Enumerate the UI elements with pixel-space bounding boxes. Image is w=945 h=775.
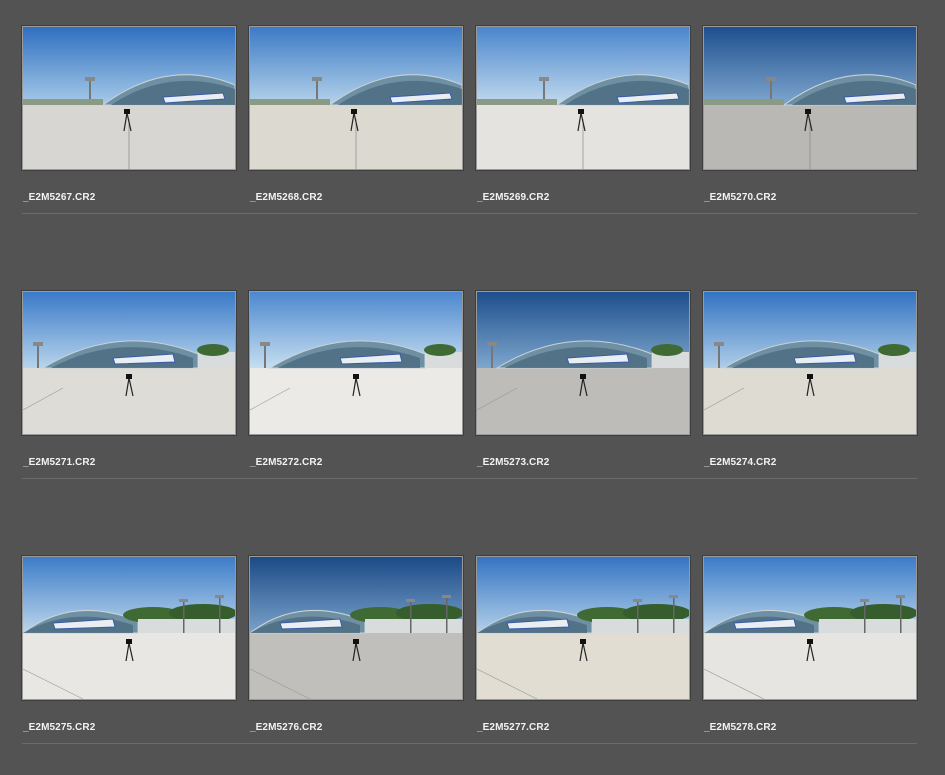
row-divider xyxy=(22,743,249,744)
light-pole xyxy=(637,601,639,633)
row-divider xyxy=(249,478,476,479)
thumbnail-filename: _E2M5269.CR2 xyxy=(477,192,550,203)
scene-photo xyxy=(704,557,916,699)
light-pole xyxy=(864,601,866,633)
scene-photo xyxy=(250,292,462,434)
row-divider xyxy=(476,213,703,214)
thumbnail-filename: _E2M5268.CR2 xyxy=(250,192,323,203)
tower xyxy=(491,344,493,368)
thumbnail-filename: _E2M5276.CR2 xyxy=(250,722,323,733)
row-divider xyxy=(703,743,917,744)
scene-photo xyxy=(477,27,689,169)
row-divider xyxy=(703,478,917,479)
thumbnail-filename: _E2M5271.CR2 xyxy=(23,457,96,468)
tower xyxy=(264,344,266,368)
thumbnail-filename: _E2M5277.CR2 xyxy=(477,722,550,733)
thumbnail-grid: _E2M5267.CR2 _E2M5268.CR2 _E2M5269.CR2 _E2M… xyxy=(0,0,945,775)
thumbnail-filename: _E2M5267.CR2 xyxy=(23,192,96,203)
light-pole xyxy=(900,597,902,633)
thumbnail-filename: _E2M5274.CR2 xyxy=(704,457,777,468)
row-divider xyxy=(703,213,917,214)
row-divider xyxy=(476,743,703,744)
light-pole xyxy=(183,601,185,633)
scene-photo xyxy=(704,292,916,434)
tower xyxy=(718,344,720,368)
thumbnail-image[interactable] xyxy=(21,290,237,436)
row-divider xyxy=(249,743,476,744)
thumbnail-filename: _E2M5270.CR2 xyxy=(704,192,777,203)
light-pole xyxy=(446,597,448,633)
thumbnail-image[interactable] xyxy=(702,290,918,436)
thumbnail-image[interactable] xyxy=(248,555,464,701)
scene-photo xyxy=(250,27,462,169)
light-pole xyxy=(673,597,675,633)
thumbnail-filename: _E2M5275.CR2 xyxy=(23,722,96,733)
thumbnail-image[interactable] xyxy=(248,25,464,171)
light-pole xyxy=(410,601,412,633)
thumbnail-image[interactable] xyxy=(475,290,691,436)
scene-photo xyxy=(23,27,235,169)
row-divider xyxy=(249,213,476,214)
thumbnail-image[interactable] xyxy=(21,555,237,701)
scene-photo xyxy=(23,557,235,699)
scene-photo xyxy=(250,557,462,699)
scene-photo xyxy=(477,557,689,699)
scene-photo xyxy=(23,292,235,434)
thumbnail-image[interactable] xyxy=(475,25,691,171)
tower xyxy=(37,344,39,368)
thumbnail-filename: _E2M5272.CR2 xyxy=(250,457,323,468)
thumbnail-image[interactable] xyxy=(248,290,464,436)
row-divider xyxy=(22,478,249,479)
row-divider xyxy=(476,478,703,479)
thumbnail-filename: _E2M5278.CR2 xyxy=(704,722,777,733)
thumbnail-filename: _E2M5273.CR2 xyxy=(477,457,550,468)
row-divider xyxy=(22,213,249,214)
thumbnail-image[interactable] xyxy=(702,25,918,171)
scene-photo xyxy=(477,292,689,434)
thumbnail-image[interactable] xyxy=(475,555,691,701)
scene-photo xyxy=(704,27,916,169)
light-pole xyxy=(219,597,221,633)
thumbnail-image[interactable] xyxy=(702,555,918,701)
thumbnail-image[interactable] xyxy=(21,25,237,171)
